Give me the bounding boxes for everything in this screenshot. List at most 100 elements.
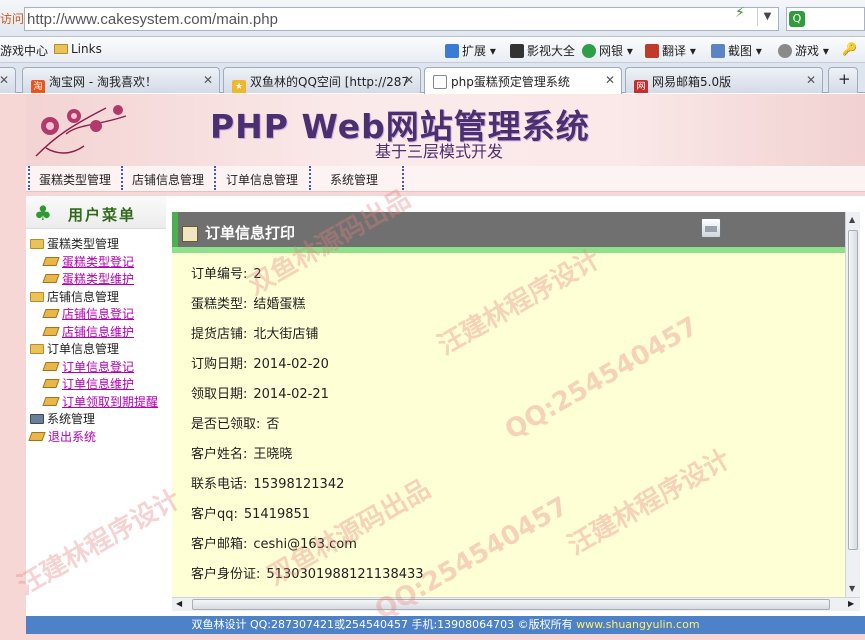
translate-icon — [645, 44, 659, 58]
nav-cake-type[interactable]: 蛋糕类型管理 — [39, 171, 111, 188]
toolbar-translate[interactable]: 翻译 ▾ — [645, 42, 696, 59]
extensions-icon — [445, 44, 459, 58]
menu-label: 店铺信息管理 — [47, 289, 120, 304]
menu-order-info-manage[interactable]: 订单信息维护 — [30, 376, 158, 394]
nav-order-info[interactable]: 订单信息管理 — [226, 171, 298, 188]
field-value: ceshi@163.com — [253, 537, 357, 552]
menu-order-info-add[interactable]: 订单信息登记 — [30, 359, 158, 377]
menu-order-info[interactable]: 订单信息管理 — [30, 341, 158, 359]
star-icon: ★ — [232, 80, 246, 93]
field-label: 领取日期: — [191, 387, 248, 402]
folder-icon — [30, 239, 44, 249]
leaf-icon — [42, 379, 60, 388]
page-icon — [433, 75, 447, 89]
scroll-left-icon[interactable]: ◀ — [176, 599, 182, 608]
tab-netease-mail[interactable]: 网网易邮箱5.0版 ✕ — [625, 67, 823, 93]
menu-cake-type-add[interactable]: 蛋糕类型登记 — [30, 254, 158, 272]
search-engine-icon[interactable]: Q — [789, 11, 805, 27]
leaf-icon — [42, 326, 60, 336]
field-value: 513030198812113843​3 — [266, 567, 424, 582]
leaf-icon — [28, 431, 46, 441]
menu-exit[interactable]: 退出系统 — [28, 429, 158, 447]
menu-system[interactable]: 系统管理 — [30, 411, 158, 429]
folder-icon — [54, 44, 68, 54]
toolbar-screenshot[interactable]: 截图 ▾ — [711, 42, 762, 59]
field-customer-name: 客户姓名: 王晓晓 — [191, 443, 292, 462]
toolbar-extensions[interactable]: 扩展 ▾ — [445, 42, 496, 59]
top-nav: 蛋糕类型管理 店铺信息管理 订单信息管理 系统管理 — [26, 166, 865, 192]
vertical-scrollbar[interactable]: ▲ ▼ — [845, 212, 860, 597]
url-dropdown-icon[interactable]: ▼ — [757, 8, 777, 26]
search-input[interactable]: Q — [786, 7, 865, 31]
tab-partial[interactable]: ✕ — [0, 67, 16, 93]
folder-icon — [30, 344, 44, 354]
new-tab-button[interactable]: + — [828, 67, 858, 93]
tab-cake-system[interactable]: php蛋糕预定管理系统 ✕ — [424, 67, 622, 94]
leaf-icon — [42, 274, 60, 283]
scroll-down-icon[interactable]: ▼ — [849, 584, 855, 593]
field-cake-type: 蛋糕类型: 结婚蛋糕 — [191, 293, 305, 312]
close-icon[interactable]: ✕ — [0, 73, 9, 87]
url-input[interactable]: http://www.cakesystem.com/main.php — [24, 7, 779, 31]
field-label: 客户身份证: — [191, 567, 261, 582]
menu-link: 店铺信息维护 — [62, 324, 135, 339]
printer-icon[interactable] — [701, 218, 721, 238]
menu-shop-info-manage[interactable]: 店铺信息维护 — [30, 324, 158, 342]
tab-label: 双鱼林的QQ空间 [http://287 — [250, 75, 410, 89]
nav-divider — [214, 166, 216, 190]
nav-divider — [121, 166, 123, 190]
field-label: 订购日期: — [191, 357, 248, 372]
clover-icon: ♣ — [34, 201, 52, 225]
toolbar-games[interactable]: 游戏 ▾ — [778, 42, 829, 59]
nav-shop-info[interactable]: 店铺信息管理 — [132, 171, 204, 188]
panel-title: 订单信息打印 — [205, 224, 296, 242]
nav-system[interactable]: 系统管理 — [330, 171, 378, 188]
close-icon[interactable]: ✕ — [806, 73, 816, 87]
screenshot-icon — [711, 44, 725, 58]
video-icon — [510, 44, 524, 58]
bookmark-links[interactable]: Links — [54, 42, 102, 56]
tab-taobao[interactable]: 淘淘宝网 - 淘我喜欢！ ✕ — [22, 67, 220, 93]
menu-shop-info-add[interactable]: 店铺信息登记 — [30, 306, 158, 324]
menu-order-due-reminder[interactable]: 订单领取到期提醒 — [30, 394, 158, 412]
leaf-icon — [42, 309, 60, 318]
field-label: 提货店铺: — [191, 327, 248, 342]
header-accent — [172, 212, 178, 247]
site-subtitle: 基于三层模式开发 — [375, 142, 504, 161]
horizontal-scrollbar[interactable]: ◀ ▶ — [172, 597, 860, 611]
field-pickup-date: 领取日期: 2014-02-21 — [191, 383, 329, 402]
close-icon[interactable]: ✕ — [404, 73, 414, 87]
field-label: 联系电话: — [191, 477, 248, 492]
toolbar-video[interactable]: 影视大全 — [510, 42, 575, 59]
tab-label: php蛋糕预定管理系统 — [451, 75, 570, 89]
menu-label: 蛋糕类型管理 — [47, 237, 120, 251]
toolbar-bank[interactable]: 网银 ▾ — [582, 42, 633, 59]
panel-header: 订单信息打印 — [172, 212, 845, 247]
field-pickup-shop: 提货店铺: 北大街店铺 — [191, 323, 318, 342]
tab-label: 淘宝网 - 淘我喜欢！ — [49, 75, 157, 89]
nav-divider — [402, 166, 404, 190]
menu-shop-info[interactable]: 店铺信息管理 — [30, 289, 158, 307]
footer-link[interactable]: www.shuangyulin.com — [576, 618, 699, 631]
field-label: 蛋糕类型: — [191, 297, 248, 312]
scroll-thumb[interactable] — [192, 599, 830, 610]
scroll-up-icon[interactable]: ▲ — [849, 215, 855, 224]
bookmark-game-center[interactable]: 游戏中心 — [0, 42, 48, 59]
close-icon[interactable]: ✕ — [605, 73, 615, 87]
menu-cake-type[interactable]: 蛋糕类型管理 — [30, 236, 158, 254]
field-value: 15398121342 — [253, 477, 345, 492]
tab-qzone[interactable]: ★ 双鱼林的QQ空间 [http://287 ✕ — [223, 67, 421, 93]
scroll-thumb[interactable] — [848, 230, 858, 550]
scroll-right-icon[interactable]: ▶ — [848, 599, 854, 608]
menu-cake-type-manage[interactable]: 蛋糕类型维护 — [30, 271, 158, 289]
menu-link: 订单领取到期提醒 — [62, 394, 159, 409]
order-print-panel: 订单信息打印 订单编号: 2 蛋糕类型: 结婚蛋糕 提货店铺: 北大街店铺 订购日期:… — [172, 212, 845, 597]
key-icon[interactable]: 🔑 — [842, 42, 857, 56]
sidebar-title: 用户菜单 — [68, 206, 137, 224]
system-icon — [30, 414, 44, 424]
flower-decoration-icon — [35, 105, 127, 157]
field-label: 订单编号: — [191, 267, 248, 282]
close-icon[interactable]: ✕ — [203, 73, 213, 87]
menu-link: 订单信息登记 — [62, 359, 135, 374]
speed-mode-icon[interactable]: ⚡ — [735, 5, 745, 21]
